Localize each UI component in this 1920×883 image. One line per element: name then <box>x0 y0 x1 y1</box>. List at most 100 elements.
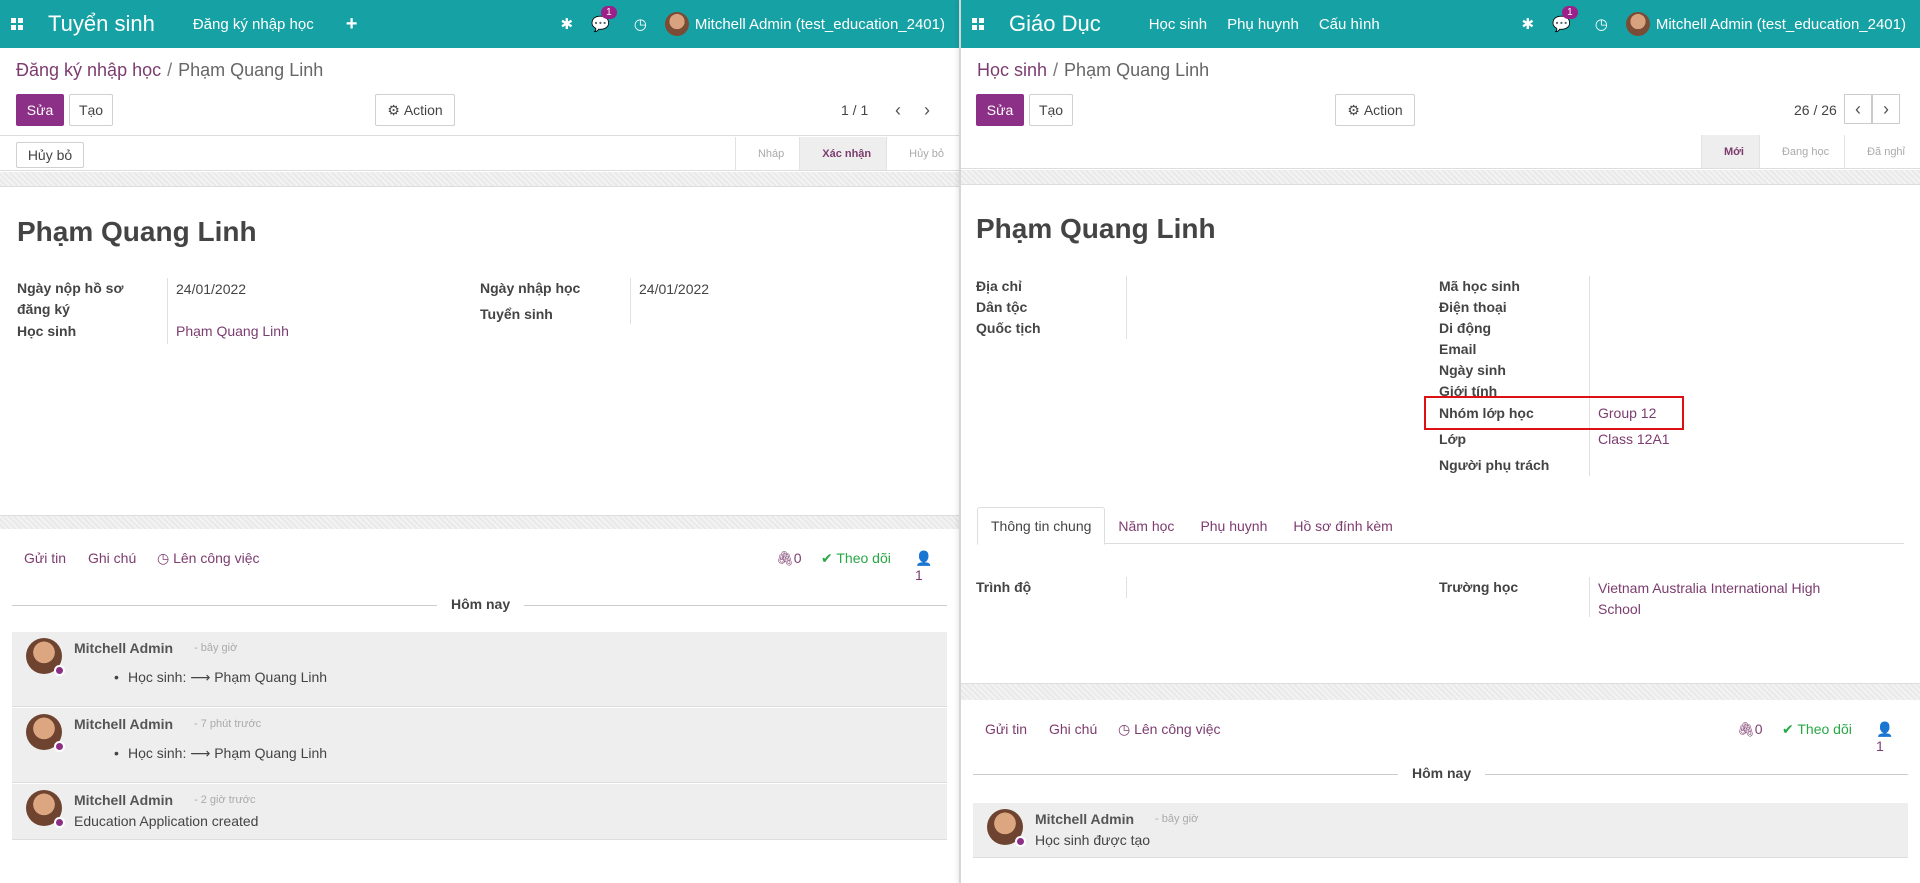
bug-icon[interactable]: ✱ <box>560 15 573 33</box>
control-panel: Đăng ký nhập học / Phạm Quang Linh Sửa Tạo… <box>0 48 959 136</box>
field-enroll-date[interactable]: 24/01/2022 <box>639 281 709 297</box>
log-note-link[interactable]: Ghi chú <box>1049 721 1097 737</box>
field-school-line-1[interactable]: Vietnam Australia International High <box>1598 580 1820 596</box>
action-button[interactable]: ⚙ Action <box>1335 94 1415 126</box>
log-note-link[interactable]: Ghi chú <box>88 550 136 566</box>
app-brand[interactable]: Tuyển sinh <box>48 11 155 37</box>
menu-students[interactable]: Học sinh <box>1149 16 1207 33</box>
pager-next-icon[interactable]: › <box>1872 94 1900 124</box>
chatter-message: Mitchell Admin - bây giờ Học sinh được t… <box>973 803 1908 858</box>
apps-menu-icon[interactable] <box>0 0 34 48</box>
field-submit-date[interactable]: 24/01/2022 <box>176 281 246 297</box>
breadcrumb: Đăng ký nhập học / Phạm Quang Linh <box>16 60 324 80</box>
edit-button[interactable]: Sửa <box>976 94 1024 126</box>
check-icon: ✔ <box>1782 721 1798 737</box>
follow-button[interactable]: ✔ Theo dõi <box>821 550 891 567</box>
field-class[interactable]: Class 12A1 <box>1598 431 1670 447</box>
tab-school-year[interactable]: Năm học <box>1105 507 1187 544</box>
clock-icon[interactable]: ◷ <box>634 15 647 33</box>
field-label-email: Email <box>1439 341 1477 357</box>
breadcrumb-parent[interactable]: Học sinh <box>977 60 1047 80</box>
chatter-message: Mitchell Admin - 7 phút trước Học sinh: … <box>12 708 947 783</box>
apps-menu-icon[interactable] <box>961 0 995 48</box>
menu-parents[interactable]: Phụ huynh <box>1227 16 1299 33</box>
message-author[interactable]: Mitchell Admin <box>1035 811 1134 827</box>
chat-badge: 1 <box>1562 6 1578 19</box>
field-label-student: Học sinh <box>17 323 77 339</box>
cancel-button[interactable]: Hủy bỏ <box>16 142 84 168</box>
send-message-link[interactable]: Gửi tin <box>24 550 66 566</box>
pager-value[interactable]: 26 / 26 <box>1794 102 1837 118</box>
message-author[interactable]: Mitchell Admin <box>74 716 173 732</box>
create-button[interactable]: Tạo <box>69 94 113 126</box>
send-message-link[interactable]: Gửi tin <box>985 721 1027 737</box>
field-label-school: Trường học <box>1439 579 1519 595</box>
clock-icon[interactable]: ◷ <box>1595 15 1608 33</box>
app-brand[interactable]: Giáo Dục <box>1009 11 1101 37</box>
field-label-admission: Tuyển sinh <box>480 306 553 322</box>
field-label-class: Lớp <box>1439 431 1467 447</box>
record-title: Phạm Quang Linh <box>976 213 1216 244</box>
user-menu[interactable]: Mitchell Admin (test_education_2401) <box>664 12 945 36</box>
field-label-level: Trình độ <box>976 579 1032 595</box>
schedule-activity-link[interactable]: ◷ Lên công việc <box>157 550 260 567</box>
status-bar: Hủy bỏ Nháp Xác nhận Hủy bỏ <box>0 137 959 171</box>
tab-general[interactable]: Thông tin chung <box>977 507 1106 545</box>
message-author[interactable]: Mitchell Admin <box>74 792 173 808</box>
message-tracking-value: Học sinh: ⟶ Phạm Quang Linh <box>114 745 327 762</box>
followers-counter[interactable]: 👤1 <box>1876 721 1896 754</box>
user-icon: 👤 <box>915 550 933 566</box>
message-time: - bây giờ <box>1155 813 1199 825</box>
menu-configuration[interactable]: Cấu hình <box>1319 16 1380 33</box>
followers-counter[interactable]: 👤1 <box>915 550 935 583</box>
chatter-message: Mitchell Admin - bây giờ Học sinh: ⟶ Phạ… <box>12 632 947 707</box>
bug-icon[interactable]: ✱ <box>1521 15 1534 33</box>
field-label-student-code: Mã học sinh <box>1439 278 1520 294</box>
tab-attachments[interactable]: Hồ sơ đính kèm <box>1280 507 1405 544</box>
plus-icon[interactable]: + <box>346 13 358 36</box>
avatar <box>1625 12 1650 36</box>
date-separator-label: Hôm nay <box>1398 765 1486 781</box>
chat-badge: 1 <box>601 6 617 19</box>
clock-icon: ◷ <box>1118 721 1135 737</box>
field-school-line-2[interactable]: School <box>1598 601 1641 617</box>
edit-button[interactable]: Sửa <box>16 94 64 126</box>
field-label-birthdate: Ngày sinh <box>1439 362 1506 378</box>
stage-left[interactable]: Đã nghỉ <box>1844 135 1920 168</box>
stage-draft[interactable]: Nháp <box>734 137 799 170</box>
online-status-dot <box>54 665 65 676</box>
field-label-ethnicity: Dân tộc <box>976 299 1028 315</box>
pager-prev-icon[interactable]: ‹ <box>1844 94 1872 124</box>
pager-prev-icon[interactable]: ‹ <box>884 95 912 125</box>
menu-admission[interactable]: Đăng ký nhập học <box>193 16 314 33</box>
attachment-counter[interactable]: 🖇0 <box>776 550 802 567</box>
tab-parents[interactable]: Phụ huynh <box>1187 507 1280 544</box>
follow-button[interactable]: ✔ Theo dõi <box>1782 721 1852 738</box>
breadcrumb: Học sinh / Phạm Quang Linh <box>977 60 1210 80</box>
chat-icon[interactable]: 💬 1 <box>1552 6 1578 33</box>
stage-cancelled[interactable]: Hủy bỏ <box>886 137 959 170</box>
top-navbar: Tuyển sinh Đăng ký nhập học + ✱ 💬 1 ◷ Mit… <box>0 0 959 48</box>
attachment-counter[interactable]: 🖇0 <box>1737 721 1763 738</box>
breadcrumb-parent[interactable]: Đăng ký nhập học <box>16 60 161 80</box>
pager-next-icon[interactable]: › <box>913 95 941 125</box>
action-button[interactable]: ⚙ Action <box>375 94 455 126</box>
field-student-link[interactable]: Phạm Quang Linh <box>176 323 289 339</box>
schedule-activity-link[interactable]: ◷ Lên công việc <box>1118 721 1221 738</box>
pager-value[interactable]: 1 / 1 <box>841 102 868 118</box>
online-status-dot <box>54 741 65 752</box>
stage-new[interactable]: Mới <box>1700 135 1759 168</box>
chat-icon[interactable]: 💬 1 <box>591 6 617 33</box>
stage-studying[interactable]: Đang học <box>1758 135 1844 168</box>
message-tracking-value: Học sinh: ⟶ Phạm Quang Linh <box>114 669 327 686</box>
date-separator-label: Hôm nay <box>437 596 525 612</box>
stage-confirmed[interactable]: Xác nhận <box>799 137 887 170</box>
field-label-responsible: Người phụ trách <box>1439 457 1550 473</box>
message-author[interactable]: Mitchell Admin <box>74 640 173 656</box>
create-button[interactable]: Tạo <box>1029 94 1073 126</box>
form-sheet: Phạm Quang Linh Ngày nộp hồ sơ đăng ký 2… <box>0 186 959 516</box>
paperclip-icon: 🖇 <box>776 550 794 566</box>
form-sheet: Phạm Quang Linh Địa chỉ Dân tộc Quốc tịc… <box>961 184 1920 684</box>
top-navbar: Giáo Dục Học sinh Phụ huynh Cấu hình ✱ 💬… <box>961 0 1920 48</box>
user-menu[interactable]: Mitchell Admin (test_education_2401) <box>1625 12 1906 36</box>
